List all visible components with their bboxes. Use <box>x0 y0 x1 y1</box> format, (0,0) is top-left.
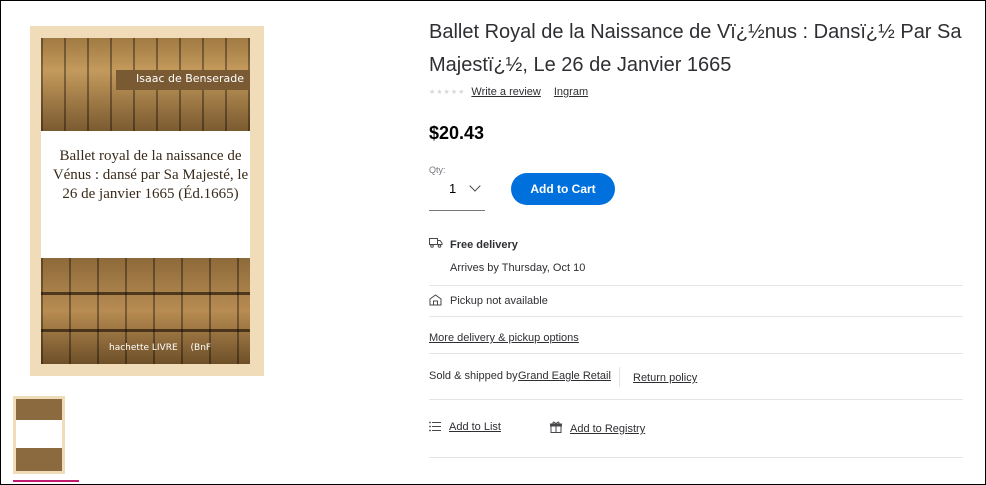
pickup-status: Pickup not available <box>450 295 548 307</box>
product-image[interactable]: Isaac de Benserade Ballet royal de la na… <box>30 26 264 376</box>
thumbnail-selected-indicator <box>13 480 79 482</box>
divider <box>429 457 963 458</box>
cover-author: Isaac de Benserade <box>136 72 245 85</box>
seller-link[interactable]: Grand Eagle Retail <box>518 370 611 382</box>
product-title: Ballet Royal de la Naissance de Vï¿½nus … <box>429 21 962 76</box>
sold-by-label: Sold & shipped by <box>429 370 518 382</box>
chevron-down-icon <box>469 180 481 192</box>
thumbnail-cover <box>16 399 62 471</box>
store-icon <box>429 294 442 306</box>
seller-divider <box>619 367 620 387</box>
delivery-title: Free delivery <box>450 239 518 251</box>
divider <box>429 399 963 400</box>
book-cover: Isaac de Benserade Ballet royal de la na… <box>41 38 250 364</box>
truck-icon <box>429 238 443 248</box>
cover-title: Ballet royal de la naissance de Vénus : … <box>52 148 249 202</box>
divider <box>429 285 963 286</box>
bnf-logo: (BnF <box>190 343 212 353</box>
quantity-select[interactable]: 1 <box>429 176 485 211</box>
brand-link[interactable]: Ingram <box>554 86 588 98</box>
product-price: $20.43 <box>429 123 485 143</box>
more-delivery-options-link[interactable]: More delivery & pickup options <box>429 332 579 344</box>
gift-icon <box>550 421 562 433</box>
divider <box>429 316 963 317</box>
list-icon <box>429 421 441 432</box>
hachette-logo: hachette LIVRE <box>109 343 178 353</box>
add-to-list-link[interactable]: Add to List <box>449 421 501 433</box>
qty-label: Qty: <box>429 165 446 175</box>
write-review-link[interactable]: Write a review <box>471 86 540 98</box>
return-policy-link[interactable]: Return policy <box>633 372 697 384</box>
rating-stars: ★★★★★ <box>429 89 466 96</box>
add-to-registry-link[interactable]: Add to Registry <box>570 423 645 435</box>
divider <box>429 353 963 354</box>
qty-value: 1 <box>449 181 457 196</box>
delivery-date: Arrives by Thursday, Oct 10 <box>450 262 586 274</box>
thumbnail-title-panel <box>16 420 62 448</box>
cover-publisher-logos: hachette LIVRE (BnF <box>109 343 221 353</box>
thumbnail-image[interactable] <box>13 396 65 474</box>
add-to-cart-button[interactable]: Add to Cart <box>511 173 615 205</box>
rating-row: ★★★★★ Write a review Ingram <box>429 86 601 98</box>
